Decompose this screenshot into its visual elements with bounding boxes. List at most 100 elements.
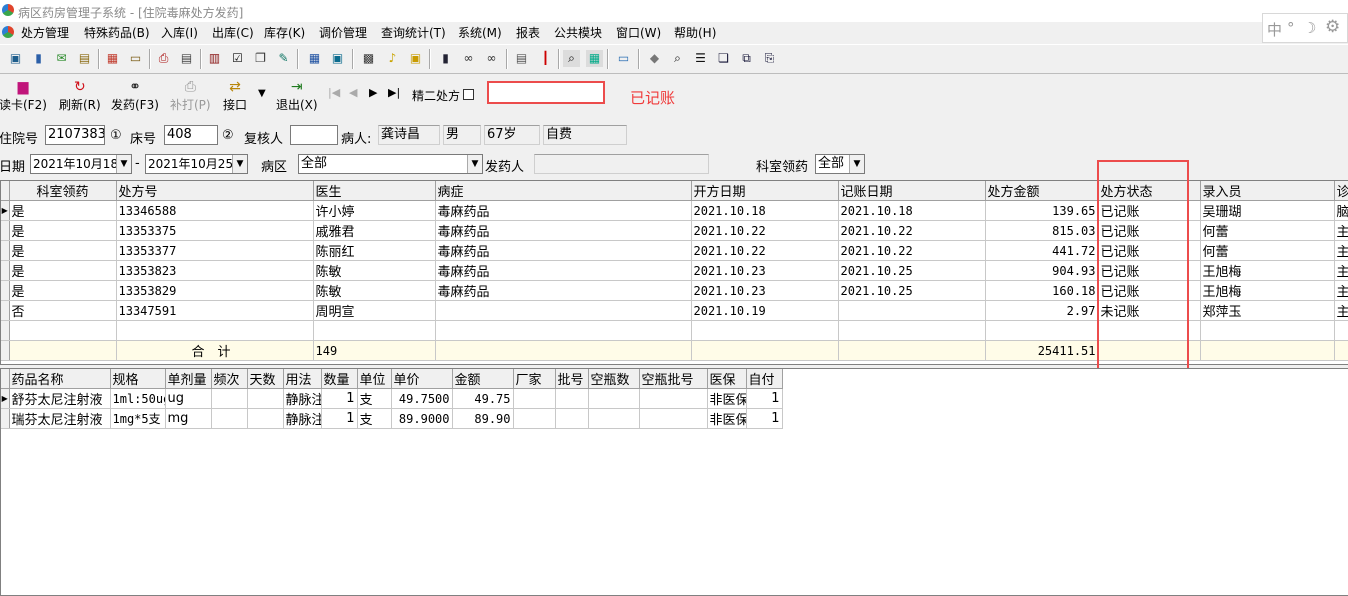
table-cell[interactable]: 毒麻药品: [435, 220, 692, 241]
ime-indicator[interactable]: 中 ° ☽ ⚙: [1262, 13, 1348, 43]
exit-button[interactable]: ⇥ 退出(X): [276, 78, 318, 113]
table-cell[interactable]: 主: [1334, 220, 1348, 241]
drug-cell[interactable]: 支: [357, 388, 392, 409]
zoom-icon[interactable]: ⌕: [669, 50, 686, 67]
table-cell[interactable]: 吴珊瑚: [1200, 200, 1335, 221]
drug-col-header[interactable]: 用法: [283, 369, 322, 389]
menu-help[interactable]: 帮助(H): [674, 24, 716, 41]
reprint-button[interactable]: ⎙ 补打(P): [170, 78, 211, 113]
table-row[interactable]: 是 13353823 陈敏 毒麻药品 2021.10.23 2021.10.25 904.9…: [1, 260, 1348, 281]
package-icon[interactable]: ▤: [76, 50, 93, 67]
calculator-icon[interactable]: ▦: [586, 50, 603, 67]
bed-no-field[interactable]: 408: [164, 125, 218, 145]
col-entered-by[interactable]: 录入员: [1200, 181, 1335, 201]
table-row[interactable]: ▶ 是 13346588 许小婷 毒麻药品 2021.10.18 2021.10.18 139…: [1, 200, 1348, 221]
drug-col-header[interactable]: 单剂量: [165, 369, 212, 389]
dispense-button[interactable]: ⚭ 发药(F3): [111, 78, 159, 113]
cascade-windows-icon[interactable]: ❏: [715, 50, 732, 67]
drug-cell[interactable]: 89.9000: [391, 408, 453, 429]
table-cell[interactable]: 2021.10.23: [691, 260, 839, 281]
exit-door-icon[interactable]: ⎘: [761, 50, 778, 67]
search-binoculars-icon[interactable]: ∞: [483, 50, 500, 67]
nav-prev-button[interactable]: ◀: [349, 86, 357, 99]
table-cell[interactable]: 2021.10.25: [838, 260, 986, 281]
bottle-icon[interactable]: ▮: [30, 50, 47, 67]
drug-cell[interactable]: mg: [165, 408, 212, 429]
table-row[interactable]: 是 13353377 陈丽红 毒麻药品 2021.10.22 2021.10.22 441.…: [1, 240, 1348, 261]
table-cell[interactable]: 904.93: [985, 260, 1099, 281]
image-icon[interactable]: ▣: [329, 50, 346, 67]
table-cell[interactable]: 已记账: [1098, 260, 1201, 281]
drug-cell[interactable]: ug: [165, 388, 212, 409]
table-cell[interactable]: 陈敏: [313, 280, 436, 301]
safe-icon[interactable]: ▤: [513, 50, 530, 67]
drug-cell[interactable]: [588, 388, 640, 409]
table-cell[interactable]: 主: [1334, 300, 1348, 321]
table-cell[interactable]: 何蕾: [1200, 220, 1335, 241]
prescription-grid[interactable]: 科室领药 处方号 医生 病症 开方日期 记账日期 处方金额 处方状态 录入员 诊…: [0, 180, 1348, 365]
checklist-icon[interactable]: ☑: [229, 50, 246, 67]
interface-button[interactable]: ⇄ 接口: [223, 78, 247, 113]
table-cell[interactable]: 主: [1334, 260, 1348, 281]
chevron-down-icon[interactable]: ▼: [467, 155, 482, 173]
cabinet-icon[interactable]: ▭: [615, 50, 632, 67]
inpatient-no-field[interactable]: 2107383: [45, 125, 105, 145]
drug-cell[interactable]: [211, 408, 248, 429]
drug-cell[interactable]: 1: [321, 388, 358, 409]
table-cell[interactable]: 脑: [1334, 200, 1348, 221]
eraser-icon[interactable]: ◆: [646, 50, 663, 67]
menu-system[interactable]: 系统(M): [458, 24, 502, 41]
drug-cell[interactable]: [247, 408, 284, 429]
drug-row[interactable]: 瑞芬太尼注射液1mg*5支mg静脉注射1支89.900089.90非医保1: [1, 408, 783, 429]
check-mail-icon[interactable]: ✉: [53, 50, 70, 67]
book-icon[interactable]: ▭: [127, 50, 144, 67]
edit-doc-icon[interactable]: ✎: [275, 50, 292, 67]
menu-prescription[interactable]: 处方管理: [21, 24, 69, 41]
table-cell[interactable]: 2021.10.22: [691, 220, 839, 241]
drug-cell[interactable]: [247, 388, 284, 409]
drug-cell[interactable]: [639, 388, 708, 409]
chevron-down-icon[interactable]: ▼: [849, 155, 864, 173]
col-diag-short[interactable]: 诊: [1334, 181, 1348, 201]
table-cell[interactable]: 周明宣: [313, 300, 436, 321]
col-dept-collect[interactable]: 科室领药: [9, 181, 117, 201]
table-cell[interactable]: 2021.10.18: [691, 200, 839, 221]
binoculars-icon[interactable]: ∞: [460, 50, 477, 67]
table-cell[interactable]: 2021.10.25: [838, 280, 986, 301]
table-cell[interactable]: 已记账: [1098, 200, 1201, 221]
drug-cell[interactable]: 舒芬太尼注射液: [9, 388, 111, 409]
table-row[interactable]: 是 13353375 戚雅君 毒麻药品 2021.10.22 2021.10.22 815.…: [1, 220, 1348, 241]
drug-col-header[interactable]: 数量: [321, 369, 358, 389]
monitor-icon[interactable]: ▣: [7, 50, 24, 67]
drug-cell[interactable]: [513, 388, 556, 409]
menu-special-drugs[interactable]: 特殊药品(B): [84, 24, 150, 41]
drug-col-header[interactable]: 金额: [452, 369, 514, 389]
drug-cell[interactable]: 静脉注射: [283, 408, 322, 429]
drug-cell[interactable]: 1mg*5支: [110, 408, 166, 429]
table-cell[interactable]: 毒麻药品: [435, 280, 692, 301]
highlight-input-box[interactable]: [487, 81, 605, 104]
tile-windows-icon[interactable]: ⧉: [738, 50, 755, 67]
drug-col-header[interactable]: 天数: [247, 369, 284, 389]
drug-col-header[interactable]: 单价: [391, 369, 453, 389]
col-rx-status[interactable]: 处方状态: [1098, 181, 1201, 201]
table-cell[interactable]: 否: [9, 300, 117, 321]
table-cell[interactable]: 是: [9, 200, 117, 221]
table-cell[interactable]: 160.18: [985, 280, 1099, 301]
col-doctor[interactable]: 医生: [313, 181, 436, 201]
table-cell[interactable]: 139.65: [985, 200, 1099, 221]
report-icon[interactable]: ▥: [206, 50, 223, 67]
menu-stock-out[interactable]: 出库(C): [212, 24, 254, 41]
drug-col-header[interactable]: 药品名称: [9, 369, 111, 389]
table-cell[interactable]: 是: [9, 280, 117, 301]
drug-col-header[interactable]: 厂家: [513, 369, 556, 389]
nav-next-button[interactable]: ▶: [369, 86, 377, 99]
drug-cell[interactable]: 1: [746, 388, 783, 409]
calendar-icon[interactable]: ▦: [306, 50, 323, 67]
table-cell[interactable]: 2021.10.22: [691, 240, 839, 261]
drug-col-header[interactable]: 规格: [110, 369, 166, 389]
drug-cell[interactable]: 89.90: [452, 408, 514, 429]
bell-icon[interactable]: ♪: [384, 50, 401, 67]
drug-cell[interactable]: 1: [746, 408, 783, 429]
drug-cell[interactable]: [513, 408, 556, 429]
